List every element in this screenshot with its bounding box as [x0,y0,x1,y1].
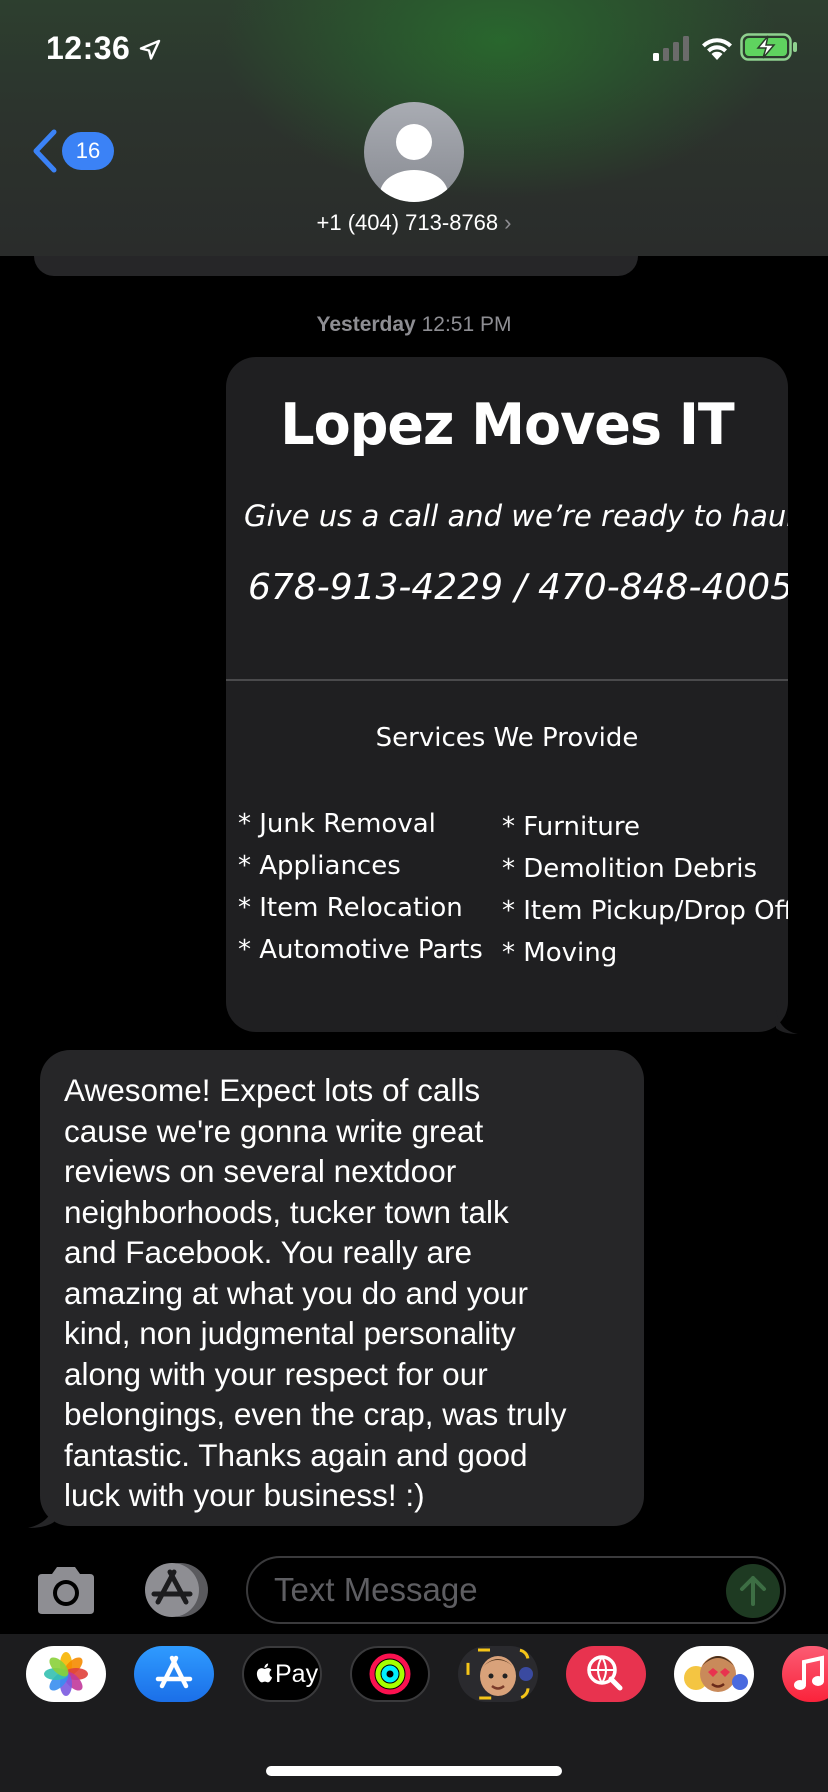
received-message-bubble[interactable]: Awesome! Expect lots of calls cause we'r… [40,1050,644,1526]
timestamp-day: Yesterday [316,313,416,336]
received-message-text: Awesome! Expect lots of calls cause we'r… [64,1072,567,1513]
animoji-face-icon [684,1656,748,1692]
person-placeholder-icon [380,124,448,202]
service-item: * Appliances [238,851,401,881]
sent-image-attachment[interactable]: Lopez Moves IT Give us a call and we’re … [226,357,788,1032]
app-store-icon [155,1655,193,1689]
activity-app-button[interactable] [350,1646,430,1702]
music-note-icon [794,1655,824,1690]
message-timestamp: Yesterday 12:51 PM [0,313,828,337]
back-button[interactable]: 16 [30,128,120,174]
business-tagline: Give us a call and we’re ready to haul! [244,499,788,533]
activity-rings-icon [369,1653,411,1695]
cellular-signal-icon [653,36,689,61]
globe-search-icon [587,1655,623,1691]
image-divider [226,679,788,681]
chevron-left-icon [33,129,57,173]
photos-icon [44,1652,88,1696]
apple-logo-icon [256,1663,273,1683]
sent-bubble-tail [776,1010,798,1034]
business-phone-numbers: 678-913-4229 / 470-848-4005 [248,567,788,608]
music-app-button[interactable] [782,1646,828,1702]
app-store-drawer-button[interactable] [140,1562,210,1618]
arrow-up-icon [740,1576,766,1606]
previous-message-bubble [34,256,638,276]
service-item: * Moving [502,938,618,968]
services-list-right: * Furniture * Demolition Debris * Item P… [502,806,788,974]
conversation-header: 12:36 16 +1 (404) 713-8768 › [0,0,828,256]
business-logo-title: Lopez Moves IT [280,391,735,458]
service-item: * Demolition Debris [502,854,758,884]
home-indicator[interactable] [266,1766,562,1776]
service-item: * Automotive Parts [238,935,483,965]
apple-pay-app-button[interactable]: Pay [242,1646,322,1702]
location-arrow-icon [139,39,161,60]
camera-icon[interactable] [34,1564,98,1616]
app-store-app-button[interactable] [134,1646,214,1702]
contact-avatar[interactable] [364,102,464,202]
services-list-left: * Junk Removal * Appliances * Item Reloc… [238,803,483,971]
unread-count-badge: 16 [62,132,114,170]
received-bubble-tail [28,1502,54,1528]
status-time: 12:36 [46,30,131,66]
service-item: * Item Relocation [238,893,463,923]
chevron-right-icon: › [504,210,512,235]
send-button[interactable] [726,1564,780,1618]
service-item: * Item Pickup/Drop Off [502,896,788,926]
contact-number: +1 (404) 713-8768 [316,210,499,235]
service-item: * Junk Removal [238,809,436,839]
photos-app-button[interactable] [26,1646,106,1702]
memoji-stickers-app-button[interactable] [458,1646,538,1702]
message-input[interactable] [246,1556,786,1624]
service-item: * Furniture [502,812,640,842]
animoji-stickers-app-button[interactable] [674,1646,754,1702]
memoji-face-icon [466,1648,533,1700]
wifi-icon [702,38,732,60]
app-store-icon [145,1563,208,1617]
apple-pay-label: Pay [275,1660,319,1688]
timestamp-time: 12:51 PM [421,313,512,336]
battery-charging-icon [740,33,797,61]
image-search-app-button[interactable] [566,1646,646,1702]
services-heading: Services We Provide [375,723,639,753]
contact-name[interactable]: +1 (404) 713-8768 › [0,210,828,236]
